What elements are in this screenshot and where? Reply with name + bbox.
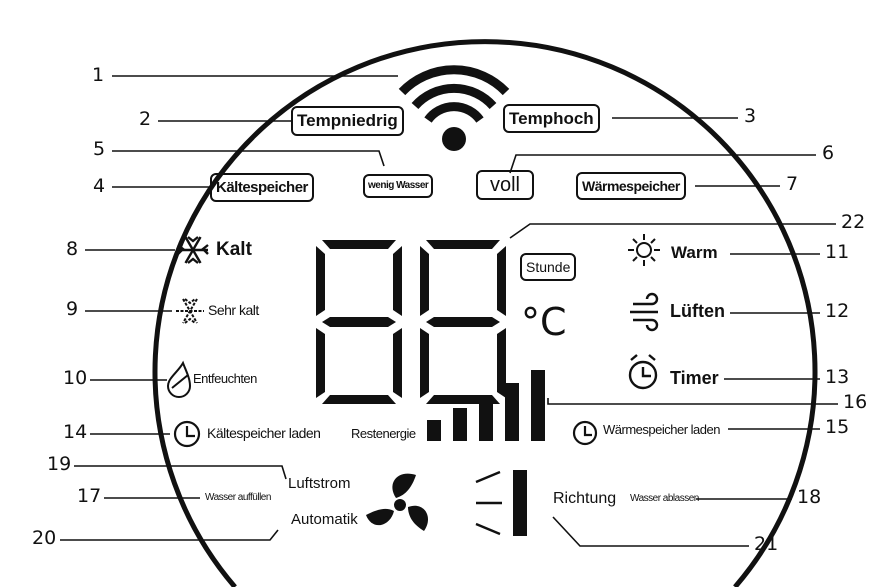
low-water-label: wenig Wasser [363, 174, 434, 198]
number-5: 5 [93, 138, 106, 160]
droplet-icon [166, 360, 192, 398]
cold-storage-charge-label: Kältespeicher laden [207, 425, 321, 441]
number-2: 2 [139, 108, 152, 130]
number-9: 9 [66, 298, 79, 320]
swing-vane-icon [513, 470, 527, 536]
direction-label: Richtung [553, 490, 617, 507]
ventilate-label: Lüften [670, 301, 725, 321]
number-21: 21 [754, 533, 779, 555]
heat-storage-label: Wärmespeicher [576, 172, 686, 200]
number-4: 4 [93, 175, 106, 197]
wind-icon [630, 292, 659, 332]
alarm-clock-icon [628, 354, 658, 390]
seven-segment-display [316, 240, 506, 404]
leader-19 [74, 465, 287, 480]
number-16: 16 [843, 391, 868, 413]
signal-bars-icon [427, 370, 545, 441]
number-15: 15 [825, 416, 850, 438]
seven-segment-digit [420, 240, 506, 404]
hour-label: Stunde [520, 253, 577, 281]
refill-water-label: Wasser auffüllen [205, 492, 271, 503]
airflow-label: Luftstrom [288, 475, 351, 492]
leader-20 [60, 529, 279, 541]
auto-label: Automatik [291, 511, 358, 528]
seven-segment-digit [316, 240, 402, 404]
fan-icon [366, 473, 429, 531]
drain-water-label: Wasser ablassen [630, 493, 699, 504]
leader-6 [509, 154, 816, 174]
very-cold-label: Sehr kalt [208, 302, 259, 318]
number-17: 17 [77, 485, 102, 507]
number-8: 8 [66, 238, 79, 260]
wifi-dot-icon [442, 127, 466, 151]
number-10: 10 [63, 367, 88, 389]
warm-label: Warm [671, 243, 718, 262]
number-20: 20 [32, 527, 57, 549]
dehumidify-label: Entfeuchten [193, 371, 257, 386]
celsius-label: °C [521, 300, 567, 344]
clock-icon [572, 420, 598, 446]
lcd-diagram: 1 2 3 5 6 4 7 22 8 11 9 12 10 13 16 14 1… [0, 0, 878, 587]
leader-16 [547, 398, 838, 405]
swing-direction-icon [475, 470, 502, 536]
clock-icon [173, 420, 201, 448]
sun-icon [628, 234, 660, 266]
temp-high-label: Temphoch [503, 104, 600, 133]
number-19: 19 [47, 453, 72, 475]
leader-5 [112, 150, 385, 167]
number-7: 7 [786, 173, 799, 195]
cold-label: Kalt [216, 239, 252, 260]
temp-low-label: Tempniedrig [291, 106, 404, 136]
number-22: 22 [841, 211, 866, 233]
number-1: 1 [92, 64, 105, 86]
number-6: 6 [822, 142, 835, 164]
remaining-energy-label: Restenergie [351, 426, 416, 441]
full-label: voll [476, 170, 534, 200]
number-12: 12 [825, 300, 850, 322]
leader-21 [552, 516, 749, 547]
heat-storage-charge-label: Wärmespeicher laden [603, 422, 720, 437]
number-11: 11 [825, 241, 850, 263]
timer-label: Timer [670, 368, 719, 388]
number-13: 13 [825, 366, 850, 388]
diagram-graphics [60, 39, 838, 587]
wifi-icon [398, 65, 510, 123]
snowflake-dotted-icon [176, 298, 204, 324]
number-3: 3 [744, 105, 757, 127]
number-18: 18 [797, 486, 822, 508]
number-14: 14 [63, 421, 88, 443]
cold-storage-label: Kältespeicher [210, 173, 314, 202]
